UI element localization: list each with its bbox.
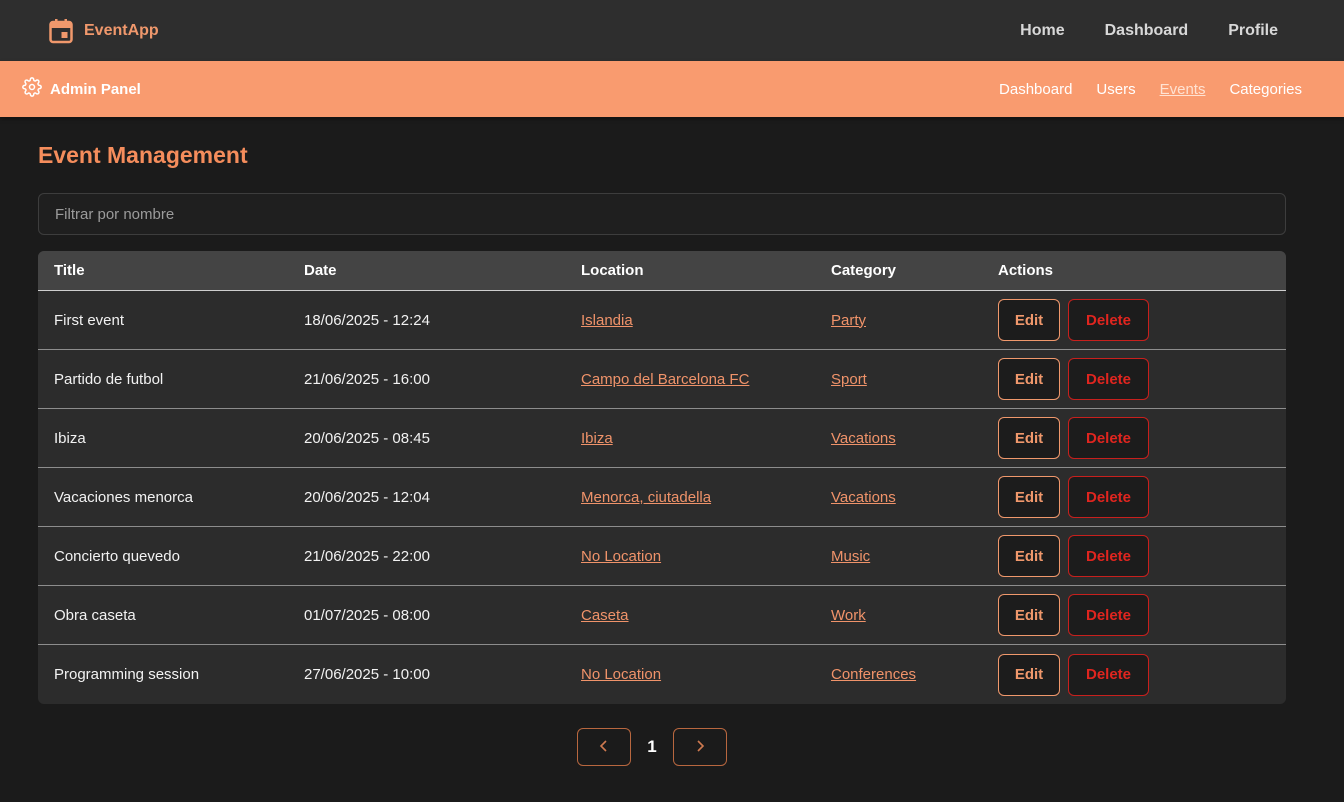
event-category-link[interactable]: Sport: [831, 371, 867, 388]
event-category-link[interactable]: Work: [831, 607, 866, 624]
event-date: 20/06/2025 - 08:45: [304, 429, 430, 447]
admin-nav-dashboard[interactable]: Dashboard: [999, 81, 1072, 98]
event-category-link[interactable]: Party: [831, 312, 866, 329]
delete-button[interactable]: Delete: [1068, 594, 1149, 636]
events-table: Title Date Location Category Actions Fir…: [38, 251, 1286, 704]
event-location-link[interactable]: Menorca, ciutadella: [581, 489, 711, 506]
event-category-link[interactable]: Music: [831, 548, 870, 565]
nav-home[interactable]: Home: [1020, 22, 1064, 40]
event-title: Programming session: [54, 666, 200, 683]
admin-panel-heading: Admin Panel: [22, 76, 141, 102]
admin-bar: Admin Panel Dashboard Users Events Categ…: [0, 61, 1344, 117]
header-date: Date: [304, 262, 337, 279]
event-location-link[interactable]: Campo del Barcelona FC: [581, 371, 749, 388]
header-title: Title: [54, 262, 85, 279]
admin-nav-categories[interactable]: Categories: [1229, 81, 1302, 98]
admin-nav-events[interactable]: Events: [1160, 81, 1206, 98]
table-row: Obra caseta 01/07/2025 - 08:00 Caseta Wo…: [38, 586, 1286, 645]
nav-profile[interactable]: Profile: [1228, 22, 1278, 40]
main-content: Event Management Title Date Location Cat…: [0, 139, 1344, 766]
edit-button[interactable]: Edit: [998, 476, 1060, 518]
brand-name: EventApp: [84, 21, 159, 39]
top-nav: Home Dashboard Profile: [1020, 22, 1278, 40]
row-actions: Edit Delete: [982, 299, 1286, 341]
event-location-link[interactable]: Ibiza: [581, 430, 613, 447]
event-category-link[interactable]: Vacations: [831, 430, 896, 447]
brand[interactable]: EventApp: [48, 18, 159, 44]
calendar-icon: [48, 18, 74, 44]
edit-button[interactable]: Edit: [998, 594, 1060, 636]
header-category: Category: [831, 262, 897, 279]
pagination: 1: [38, 728, 1286, 766]
event-category-link[interactable]: Conferences: [831, 666, 916, 683]
header-actions: Actions: [998, 262, 1054, 279]
row-actions: Edit Delete: [982, 535, 1286, 577]
table-row: Ibiza 20/06/2025 - 08:45 Ibiza Vacations…: [38, 409, 1286, 468]
delete-button[interactable]: Delete: [1068, 535, 1149, 577]
event-date: 21/06/2025 - 22:00: [304, 547, 430, 565]
table-header: Title Date Location Category Actions: [38, 251, 1286, 291]
current-page: 1: [647, 737, 657, 756]
prev-page-button[interactable]: [577, 728, 632, 766]
event-location-link[interactable]: No Location: [581, 666, 661, 683]
delete-button[interactable]: Delete: [1068, 299, 1149, 341]
row-actions: Edit Delete: [982, 476, 1286, 518]
admin-nav-users[interactable]: Users: [1096, 81, 1135, 98]
edit-button[interactable]: Edit: [998, 535, 1060, 577]
delete-button[interactable]: Delete: [1068, 358, 1149, 400]
delete-button[interactable]: Delete: [1068, 476, 1149, 518]
delete-button[interactable]: Delete: [1068, 417, 1149, 459]
event-location-link[interactable]: No Location: [581, 548, 661, 565]
page-title: Event Management: [38, 142, 248, 168]
event-date: 01/07/2025 - 08:00: [304, 606, 430, 624]
event-title: Partido de futbol: [54, 370, 164, 388]
event-title: Ibiza: [54, 429, 86, 447]
edit-button[interactable]: Edit: [998, 653, 1060, 696]
event-date: 18/06/2025 - 12:24: [304, 311, 430, 329]
edit-button[interactable]: Edit: [998, 417, 1060, 459]
table-row: Concierto quevedo 21/06/2025 - 22:00 No …: [38, 527, 1286, 586]
edit-button[interactable]: Edit: [998, 299, 1060, 341]
event-date: 27/06/2025 - 10:00: [304, 666, 430, 683]
table-row: Partido de futbol 21/06/2025 - 16:00 Cam…: [38, 350, 1286, 409]
table-row: First event 18/06/2025 - 12:24 Islandia …: [38, 291, 1286, 350]
event-date: 20/06/2025 - 12:04: [304, 488, 430, 506]
event-location-link[interactable]: Caseta: [581, 607, 629, 624]
row-actions: Edit Delete: [982, 594, 1286, 636]
gear-icon: [22, 76, 42, 102]
event-title: Concierto quevedo: [54, 547, 180, 565]
event-category-link[interactable]: Vacations: [831, 489, 896, 506]
event-title: First event: [54, 311, 125, 329]
table-row: Programming session 27/06/2025 - 10:00 N…: [38, 645, 1286, 704]
header-location: Location: [581, 262, 644, 279]
filter-input[interactable]: [38, 193, 1286, 235]
next-page-button[interactable]: [672, 728, 727, 766]
top-navbar: EventApp Home Dashboard Profile: [0, 0, 1344, 61]
event-title: Vacaciones menorca: [54, 488, 193, 506]
chevron-left-icon: [599, 739, 609, 755]
event-date: 21/06/2025 - 16:00: [304, 370, 430, 388]
row-actions: Edit Delete: [982, 358, 1286, 400]
nav-dashboard[interactable]: Dashboard: [1105, 22, 1189, 40]
edit-button[interactable]: Edit: [998, 358, 1060, 400]
admin-nav: Dashboard Users Events Categories: [999, 81, 1302, 98]
chevron-right-icon: [695, 739, 705, 755]
event-title: Obra caseta: [54, 606, 136, 624]
event-location-link[interactable]: Islandia: [581, 312, 633, 329]
delete-button[interactable]: Delete: [1068, 653, 1149, 696]
table-row: Vacaciones menorca 20/06/2025 - 12:04 Me…: [38, 468, 1286, 527]
row-actions: Edit Delete: [982, 417, 1286, 459]
admin-panel-title: Admin Panel: [50, 80, 141, 98]
row-actions: Edit Delete: [982, 653, 1286, 696]
